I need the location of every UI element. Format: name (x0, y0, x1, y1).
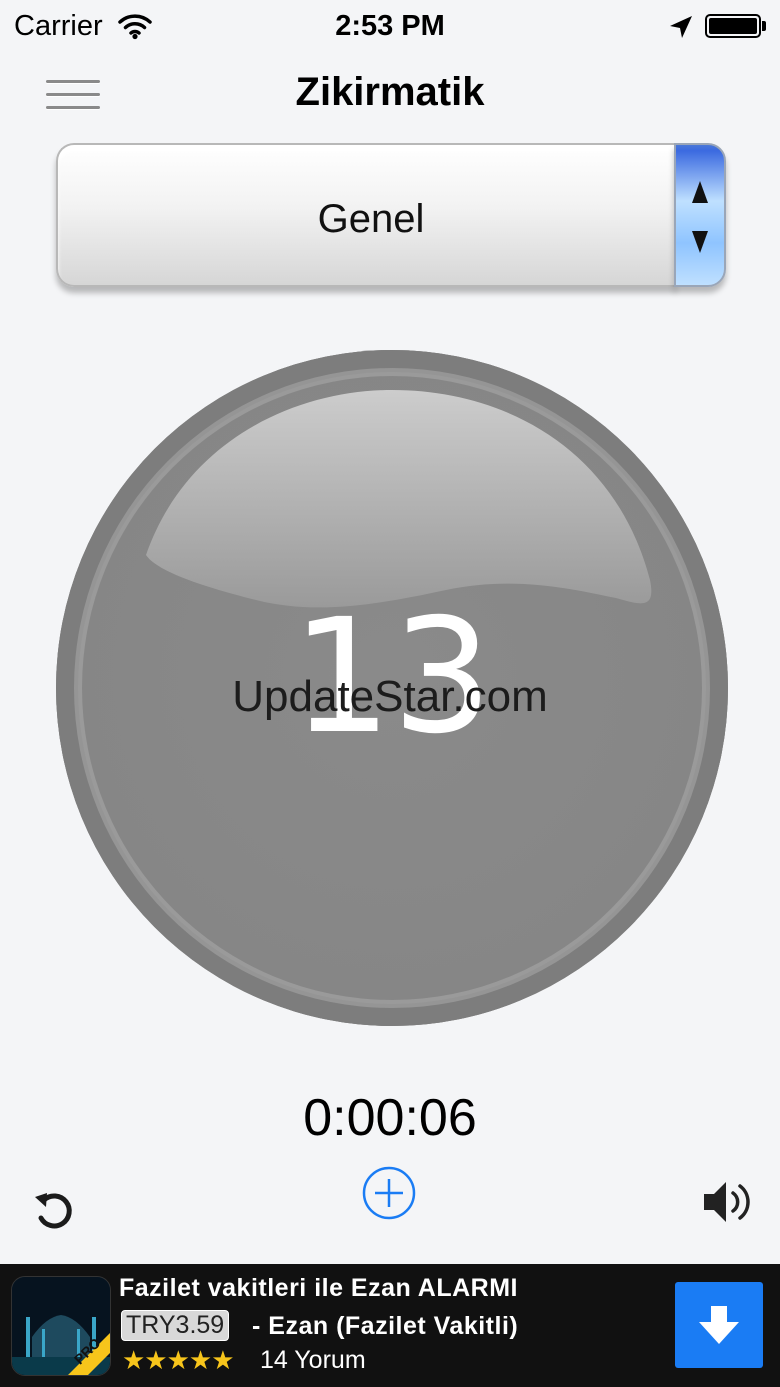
ad-banner[interactable]: PRO Fazilet vakitleri ile Ezan ALARMI TR… (0, 1264, 780, 1387)
ad-app-name: - Ezan (Fazilet Vakitli) (252, 1312, 519, 1340)
speaker-icon[interactable] (702, 1176, 756, 1228)
download-arrow-icon[interactable] (675, 1282, 763, 1368)
picker-selected-value: Genel (317, 197, 425, 241)
ad-title: Fazilet vakitleri ile Ezan ALARMI (119, 1274, 519, 1302)
ad-price-badge: TRY3.59 (121, 1310, 230, 1341)
status-time: 2:53 PM (335, 10, 445, 42)
ad-app-icon[interactable]: PRO (11, 1276, 111, 1376)
ad-review-count: 14 Yorum (260, 1346, 366, 1374)
plus-circle-icon[interactable] (362, 1166, 416, 1220)
ad-rating-stars: ★★★★★ (122, 1345, 235, 1375)
battery-icon (705, 14, 761, 38)
up-down-arrows-icon[interactable] (674, 143, 726, 287)
reset-icon[interactable] (32, 1188, 78, 1234)
location-arrow-icon (668, 14, 694, 45)
watermark-text: UpdateStar.com (232, 672, 548, 721)
category-picker[interactable]: Genel (56, 143, 726, 293)
page-title: Zikirmatik (295, 70, 485, 114)
arrow-down-icon (692, 231, 708, 253)
battery-tip (762, 21, 766, 31)
elapsed-timer: 0:00:06 (303, 1089, 477, 1147)
arrow-up-icon (692, 181, 708, 203)
status-bar: Carrier 2:53 PM (0, 0, 780, 54)
